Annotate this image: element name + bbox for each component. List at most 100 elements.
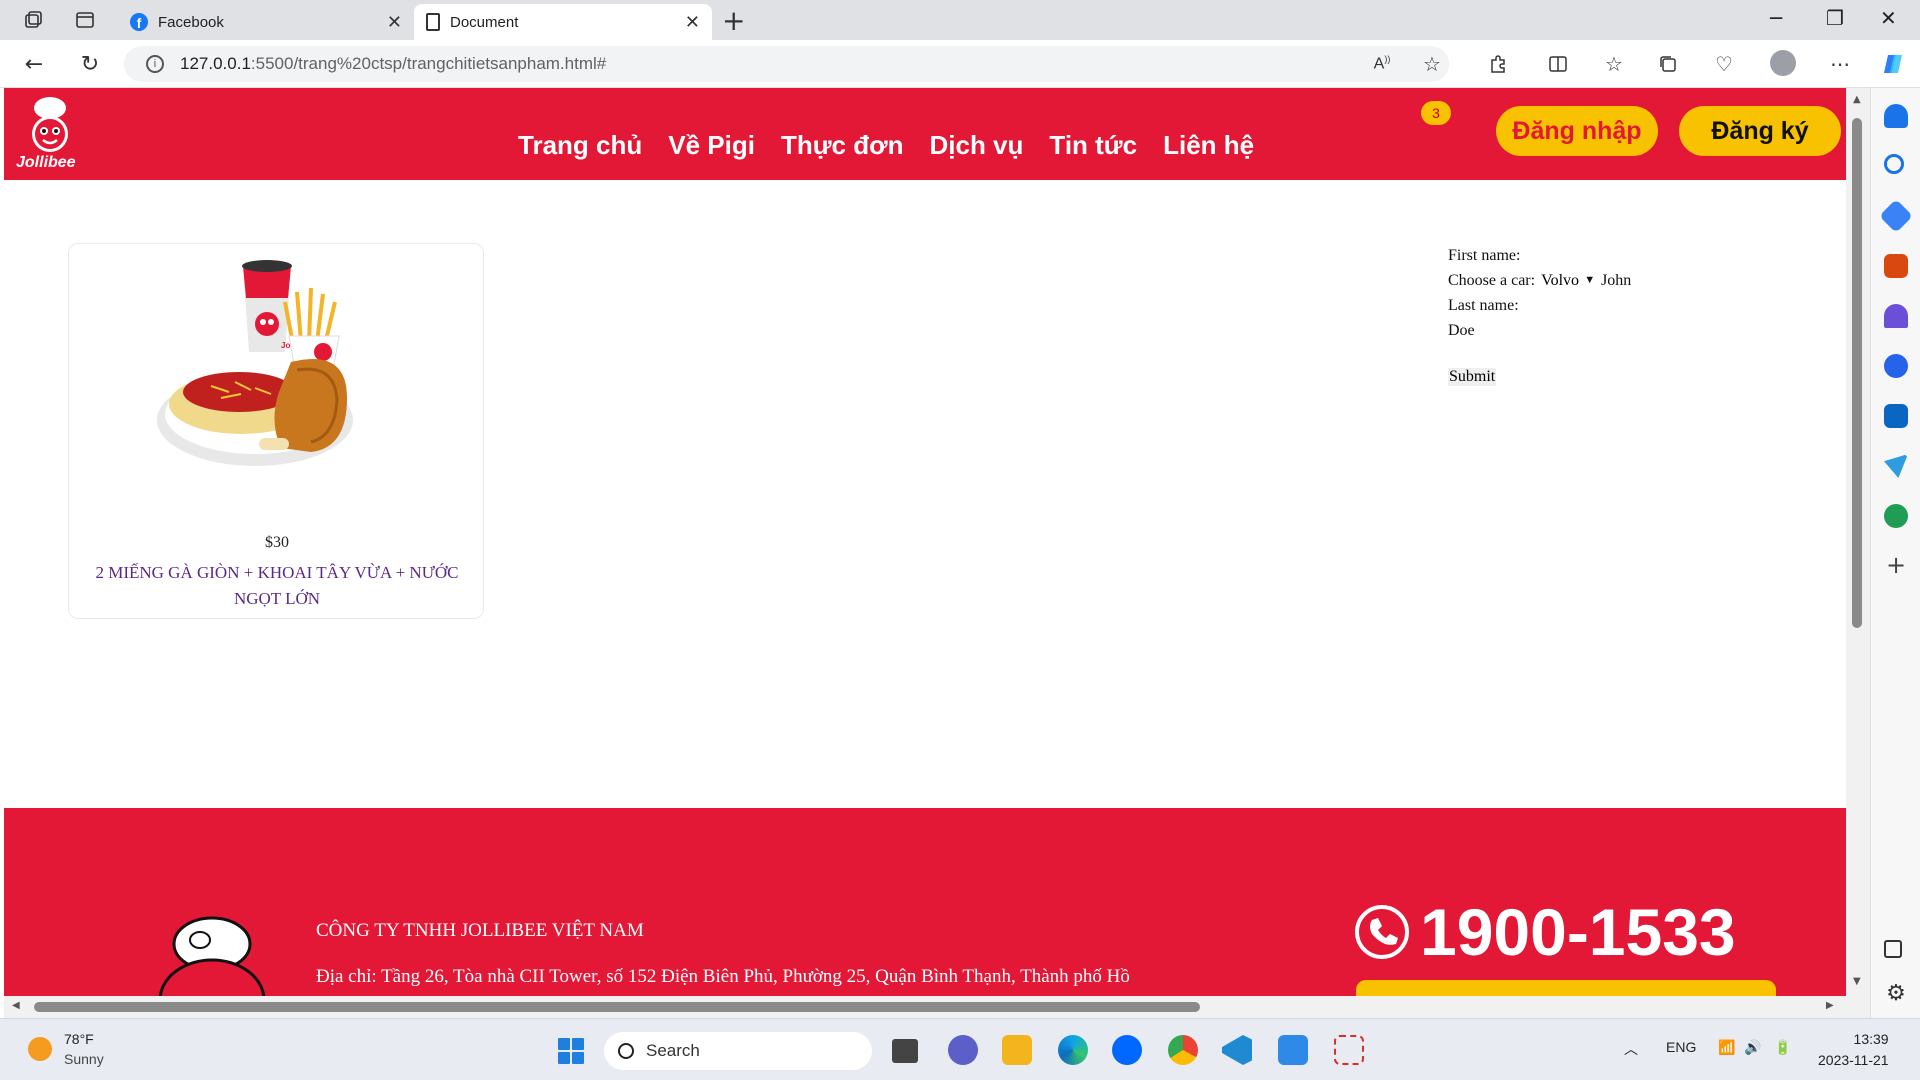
scroll-up-icon[interactable]: ▲ — [1853, 94, 1861, 105]
jollibee-logo[interactable]: Jollibee — [10, 94, 84, 174]
car-row: Choose a car: Volvo ▼ John — [1448, 268, 1631, 293]
edge-sidebar: + ⚙ — [1870, 88, 1920, 1018]
collections-icon[interactable] — [1654, 50, 1682, 78]
tab-document[interactable]: Document ✕ — [414, 4, 712, 40]
vscode-icon[interactable] — [1222, 1035, 1252, 1065]
close-tab-icon[interactable]: ✕ — [387, 12, 402, 33]
horizontal-scrollbar[interactable]: ◀ ▶ — [4, 996, 1846, 1018]
scroll-left-icon[interactable]: ◀ — [12, 1000, 20, 1011]
add-icon[interactable]: + — [1884, 553, 1908, 578]
windows-taskbar: 78°F Sunny Search ︿ ENG 📶 🔊 🔋 13:39 2023… — [0, 1018, 1920, 1080]
system-clock[interactable]: 13:39 2023-11-21 — [1818, 1029, 1889, 1071]
split-screen-icon[interactable] — [1544, 50, 1572, 78]
url-path: :5500/trang%20ctsp/trangchitietsanpham.h… — [250, 54, 607, 73]
cart-count-badge[interactable]: 3 — [1421, 101, 1451, 125]
last-name-field-row: Doe — [1448, 318, 1631, 343]
nav-thuc-don[interactable]: Thực đơn — [781, 130, 904, 161]
address-bar[interactable]: i 127.0.0.1:5500/trang%20ctsp/trangchiti… — [124, 46, 1449, 82]
phone-icon — [1355, 905, 1409, 959]
logo-text: Jollibee — [16, 154, 76, 171]
hotline[interactable]: 1900-1533 — [1354, 894, 1736, 970]
register-button[interactable]: Đăng ký — [1679, 106, 1841, 156]
file-explorer-icon[interactable] — [1002, 1035, 1032, 1065]
task-view-icon[interactable] — [892, 1039, 918, 1063]
profile-avatar[interactable] — [1770, 50, 1796, 76]
last-name-field[interactable]: Doe — [1448, 318, 1475, 343]
snipping-tool-icon[interactable] — [1334, 1035, 1364, 1065]
nav-tin-tuc[interactable]: Tin tức — [1049, 130, 1137, 161]
search-icon[interactable] — [1884, 154, 1904, 174]
taskbar-search[interactable]: Search — [604, 1032, 872, 1070]
outlook-icon[interactable] — [1884, 404, 1908, 428]
favorites-icon[interactable]: ☆ — [1600, 50, 1628, 78]
read-aloud-icon[interactable]: A)) — [1368, 50, 1396, 78]
shopping-tag-icon[interactable] — [1879, 199, 1913, 233]
tree-icon[interactable] — [1884, 504, 1908, 528]
zalo-icon[interactable] — [1112, 1035, 1142, 1065]
workspaces-icon[interactable] — [16, 5, 50, 35]
edge-browser-icon[interactable] — [1058, 1035, 1088, 1065]
page-viewport: Jollibee Trang chủ Về Pigi Thực đơn Dịch… — [4, 88, 1846, 996]
car-select[interactable]: Volvo — [1541, 272, 1596, 289]
tab-title: Document — [450, 13, 519, 31]
submit-button[interactable]: Submit — [1448, 368, 1497, 386]
first-name-field[interactable]: John — [1601, 268, 1631, 293]
close-tab-icon[interactable]: ✕ — [685, 12, 700, 33]
sun-icon[interactable] — [28, 1037, 52, 1061]
office-icon[interactable] — [1884, 354, 1908, 378]
url-host: 127.0.0.1 — [180, 54, 251, 73]
scroll-down-icon[interactable]: ▼ — [1853, 976, 1861, 987]
tab-actions-icon[interactable] — [68, 5, 102, 35]
games-icon[interactable] — [1884, 304, 1908, 328]
new-tab-button[interactable]: + — [722, 4, 745, 37]
copilot-icon[interactable] — [1880, 50, 1908, 78]
nav-ve-pigi[interactable]: Về Pigi — [668, 130, 755, 161]
send-icon[interactable] — [1884, 454, 1908, 478]
teams-chat-icon[interactable] — [948, 1035, 978, 1065]
car-label: Choose a car: — [1448, 272, 1536, 289]
tab-facebook[interactable]: f Facebook ✕ — [118, 4, 414, 40]
footer-promo-banner — [1356, 980, 1776, 996]
close-window-icon[interactable]: ✕ — [1880, 6, 1897, 30]
refresh-icon[interactable]: ↻ — [74, 48, 106, 80]
extensions-icon[interactable] — [1484, 50, 1512, 78]
windows-start-icon[interactable] — [558, 1038, 584, 1064]
product-image: Jollibee — [151, 252, 401, 472]
first-name-row: First name: — [1448, 243, 1631, 268]
vertical-scroll-thumb[interactable] — [1852, 118, 1862, 628]
minimize-icon[interactable]: ─ — [1770, 6, 1782, 30]
weather-condition[interactable]: Sunny — [64, 1051, 104, 1067]
restore-icon[interactable]: ❐ — [1826, 6, 1844, 30]
browser-tab-bar: f Facebook ✕ Document ✕ + ─ ❐ ✕ — [0, 0, 1920, 40]
favorite-star-icon[interactable]: ☆ — [1418, 50, 1446, 78]
sidebar-toggle-icon[interactable] — [1884, 940, 1902, 958]
product-card[interactable]: Jollibee — [68, 243, 484, 619]
login-button[interactable]: Đăng nhập — [1496, 106, 1658, 156]
notifications-bell-icon[interactable] — [1884, 104, 1908, 128]
language-indicator[interactable]: ENG — [1666, 1039, 1696, 1055]
nav-lien-he[interactable]: Liên hệ — [1163, 130, 1254, 161]
product-name-link[interactable]: 2 MIẾNG GÀ GIÒN + KHOAI TÂY VỪA + NƯỚC N… — [79, 560, 475, 612]
volume-icon[interactable]: 🔊 — [1744, 1039, 1761, 1056]
nav-trang-chu[interactable]: Trang chủ — [518, 130, 642, 161]
weather-temperature[interactable]: 78°F — [64, 1031, 94, 1047]
browser-essentials-icon[interactable]: ♡ — [1710, 50, 1738, 78]
horizontal-scroll-thumb[interactable] — [34, 1002, 1200, 1012]
chevron-up-icon[interactable]: ︿ — [1624, 1039, 1638, 1059]
tools-icon[interactable] — [1884, 254, 1908, 278]
facebook-icon: f — [130, 13, 148, 31]
more-options-icon[interactable]: ⋯ — [1826, 50, 1854, 78]
wifi-icon[interactable]: 📶 — [1718, 1039, 1735, 1056]
vertical-scrollbar[interactable]: ▲ ▼ — [1846, 88, 1870, 1018]
search-icon — [618, 1043, 634, 1059]
chrome-icon[interactable] — [1168, 1035, 1198, 1065]
info-icon[interactable]: i — [146, 55, 164, 73]
order-form: First name: Choose a car: Volvo ▼ John L… — [1448, 243, 1631, 389]
settings-gear-icon[interactable]: ⚙ — [1884, 982, 1908, 1006]
scroll-right-icon[interactable]: ▶ — [1826, 1000, 1834, 1011]
paint-icon[interactable] — [1278, 1035, 1308, 1065]
nav-dich-vu[interactable]: Dịch vụ — [929, 130, 1023, 161]
back-arrow-icon[interactable]: ← — [18, 48, 50, 80]
battery-icon[interactable]: 🔋 — [1774, 1039, 1791, 1056]
tab-title: Facebook — [158, 13, 224, 31]
